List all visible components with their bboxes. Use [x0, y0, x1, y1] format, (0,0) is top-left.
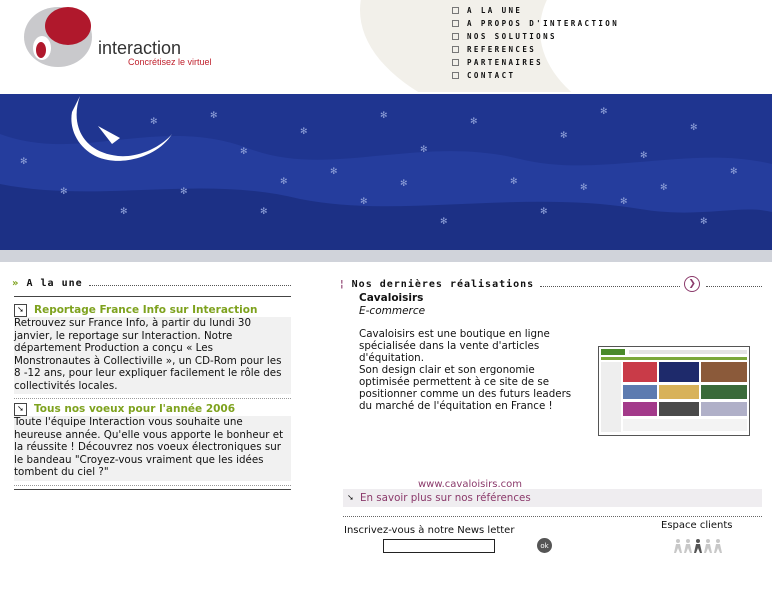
svg-text:✻: ✻ [360, 197, 368, 207]
news-body: Toute l'équipe Interaction vous souhaite… [14, 416, 291, 481]
nav-link[interactable]: CONTACT [467, 71, 515, 80]
nav-link[interactable]: A LA UNE [467, 6, 522, 15]
dotted-divider [343, 516, 762, 517]
newsletter-label: Inscrivez-vous à notre News letter [344, 525, 515, 536]
svg-text:✻: ✻ [210, 111, 218, 121]
project-name: Cavaloisirs [359, 292, 424, 304]
nav-link[interactable]: A PROPOS D'INTERACTION [467, 19, 619, 28]
realisations-header: ¦ Nos dernières réalisations ❯ [340, 276, 762, 292]
nav-item-contact[interactable]: CONTACT [452, 69, 619, 82]
bullet-icon: ¦ [340, 278, 344, 290]
next-arrow-icon[interactable]: ❯ [684, 276, 701, 292]
client-area-label[interactable]: Espace clients [661, 520, 733, 531]
logo-icon[interactable] [22, 4, 94, 68]
news-item: ➘ Tous nos voeux pour l'année 2006 Toute… [14, 402, 291, 486]
svg-text:✻: ✻ [560, 131, 568, 141]
brand-tagline: Concrétisez le virtuel [128, 57, 212, 67]
dotted-divider [14, 398, 291, 399]
svg-text:✻: ✻ [400, 179, 408, 189]
newsletter-email-input[interactable] [383, 539, 495, 553]
more-references-bar[interactable]: ➘ En savoir plus sur nos références [343, 489, 762, 507]
news-item: ➘ Reportage France Info sur Interaction … [14, 303, 291, 399]
news-title-row[interactable]: ➘ Reportage France Info sur Interaction [14, 303, 291, 317]
project-description: Cavaloisirs est une boutique en ligne sp… [359, 328, 572, 412]
svg-text:✻: ✻ [180, 187, 188, 197]
more-references-link[interactable]: En savoir plus sur nos références [360, 492, 531, 504]
nav-bullet-icon [452, 20, 459, 27]
news-body: Retrouvez sur France Info, à partir du l… [14, 317, 291, 394]
svg-text:✻: ✻ [300, 127, 308, 137]
dotted-divider [88, 285, 291, 286]
main-nav: A LA UNE A PROPOS D'INTERACTION NOS SOLU… [452, 4, 619, 82]
svg-text:✻: ✻ [380, 111, 388, 121]
svg-text:✻: ✻ [20, 157, 28, 167]
svg-text:✻: ✻ [280, 177, 288, 187]
nav-link[interactable]: NOS SOLUTIONS [467, 32, 557, 41]
svg-text:✻: ✻ [120, 207, 128, 217]
svg-text:✻: ✻ [440, 217, 448, 227]
svg-text:✻: ✻ [330, 167, 338, 177]
nav-item-references[interactable]: REFERENCES [452, 43, 619, 56]
nav-item-solutions[interactable]: NOS SOLUTIONS [452, 30, 619, 43]
banner-bottom-strip [0, 250, 772, 262]
dotted-divider [540, 285, 681, 287]
svg-text:✻: ✻ [240, 147, 248, 157]
nav-item-a-propos[interactable]: A PROPOS D'INTERACTION [452, 17, 619, 30]
header: interaction Concrétisez le virtuel A LA … [0, 0, 772, 92]
news-title[interactable]: Tous nos voeux pour l'année 2006 [34, 403, 235, 415]
svg-text:✻: ✻ [510, 177, 518, 187]
section-title: A la une [26, 278, 83, 289]
svg-text:✻: ✻ [540, 207, 548, 217]
arrow-down-right-icon: ➘ [14, 303, 27, 317]
arrow-down-right-icon: ➘ [14, 402, 27, 416]
section-title: Nos dernières réalisations [351, 278, 535, 290]
thumbnail-artwork [599, 347, 749, 435]
svg-text:✻: ✻ [690, 123, 698, 133]
client-area-people-icon[interactable] [674, 538, 726, 554]
svg-text:✻: ✻ [600, 107, 608, 117]
svg-text:✻: ✻ [700, 217, 708, 227]
svg-text:✻: ✻ [580, 183, 588, 193]
nav-link[interactable]: REFERENCES [467, 45, 536, 54]
svg-text:✻: ✻ [420, 145, 428, 155]
banner-artwork: ✻ ✻ ✻ ✻ ✻ ✻ ✻ ✻ ✻ ✻ ✻ ✻ ✻ ✻ ✻ ✻ ✻ ✻ ✻ ✻ ✻ ✻ ✻ ✻ ✻ ✻ ✻ ✻ [0, 96, 772, 250]
project-screenshot-thumbnail[interactable] [598, 346, 750, 436]
night-sky-banner[interactable]: ✻ ✻ ✻ ✻ ✻ ✻ ✻ ✻ ✻ ✻ ✻ ✻ ✻ ✻ ✻ ✻ ✻ ✻ ✻ ✻ ✻ ✻ ✻ ✻ ✻ ✻ ✻ ✻ [0, 94, 772, 250]
dotted-divider [14, 484, 291, 486]
svg-text:✻: ✻ [260, 207, 268, 217]
nav-bullet-icon [452, 59, 459, 66]
svg-text:✻: ✻ [640, 151, 648, 161]
newsletter-ok-button[interactable]: ok [537, 538, 552, 553]
nav-link[interactable]: PARTENAIRES [467, 58, 543, 67]
news-title[interactable]: Reportage France Info sur Interaction [34, 304, 257, 316]
nav-bullet-icon [452, 7, 459, 14]
nav-bullet-icon [452, 46, 459, 53]
svg-text:✻: ✻ [470, 117, 478, 127]
nav-bullet-icon [452, 72, 459, 79]
svg-text:✻: ✻ [660, 183, 668, 193]
svg-text:✻: ✻ [730, 167, 738, 177]
divider [14, 489, 291, 490]
brand-name: interaction [98, 38, 182, 58]
arrow-down-right-icon: ➘ [347, 493, 354, 502]
a-la-une-header: » A la une [12, 278, 291, 289]
project-type: E-commerce [359, 305, 426, 317]
dotted-divider [706, 285, 762, 287]
nav-item-a-la-une[interactable]: A LA UNE [452, 4, 619, 17]
divider [14, 296, 291, 297]
svg-text:✻: ✻ [620, 197, 628, 207]
svg-text:✻: ✻ [150, 117, 158, 127]
nav-item-partenaires[interactable]: PARTENAIRES [452, 56, 619, 69]
svg-text:✻: ✻ [60, 187, 68, 197]
chevron-right-icon: » [12, 278, 19, 289]
nav-bullet-icon [452, 33, 459, 40]
news-title-row[interactable]: ➘ Tous nos voeux pour l'année 2006 [14, 402, 291, 416]
